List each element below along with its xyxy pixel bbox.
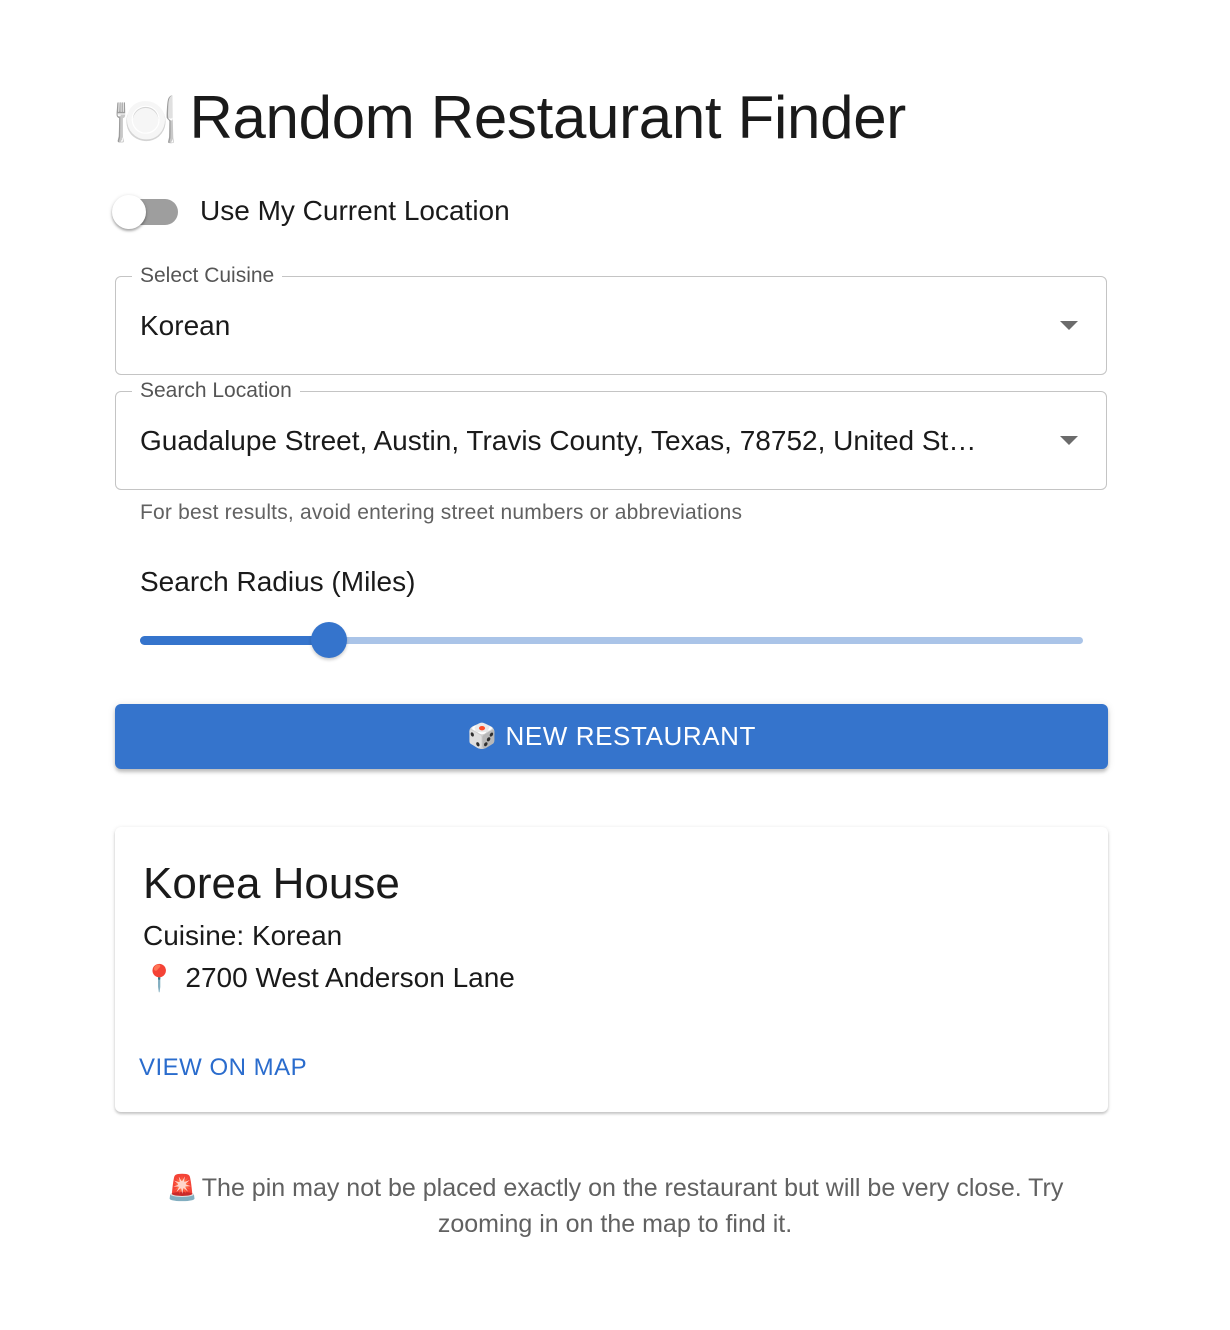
new-restaurant-button[interactable]: 🎲 NEW RESTAURANT <box>115 704 1108 769</box>
cuisine-select-value: Korean <box>140 310 231 341</box>
restaurant-address-text: 2700 West Anderson Lane <box>185 962 515 993</box>
dice-icon: 🎲 <box>466 723 498 750</box>
view-on-map-link[interactable]: VIEW ON MAP <box>139 1053 307 1083</box>
location-helper-text: For best results, avoid entering street … <box>140 501 743 524</box>
page-title-text: Random Restaurant Finder <box>189 84 906 151</box>
restaurant-name: Korea House <box>143 859 400 908</box>
new-restaurant-label: NEW RESTAURANT <box>505 721 757 751</box>
current-location-switch[interactable] <box>112 193 180 231</box>
pin-accuracy-note: 🚨 The pin may not be placed exactly on th… <box>140 1170 1090 1242</box>
slider-track-fill <box>140 636 329 645</box>
restaurant-cuisine: Cuisine: Korean <box>143 920 343 951</box>
location-select-label: Search Location <box>132 379 300 403</box>
current-location-label[interactable]: Use My Current Location <box>200 194 510 228</box>
slider-thumb[interactable] <box>311 622 347 658</box>
cuisine-select-label: Select Cuisine <box>132 264 283 288</box>
dropdown-arrow-icon[interactable] <box>1060 321 1078 330</box>
pin-accuracy-text: The pin may not be placed exactly on the… <box>201 1174 1064 1238</box>
switch-thumb <box>112 195 146 229</box>
location-select[interactable]: Search Location Guadalupe Street, Austin… <box>115 379 1107 490</box>
location-select-value: Guadalupe Street, Austin, Travis County,… <box>140 425 986 456</box>
plate-cutlery-icon: 🍽️ <box>113 92 178 150</box>
cuisine-select[interactable]: Select Cuisine Korean <box>115 264 1107 375</box>
restaurant-address: 📍 2700 West Anderson Lane <box>143 961 515 995</box>
pin-icon: 📍 <box>143 963 176 993</box>
dropdown-arrow-icon[interactable] <box>1060 436 1078 445</box>
page-title: 🍽️ Random Restaurant Finder <box>113 78 906 161</box>
siren-icon: 🚨 <box>166 1174 198 1202</box>
radius-label: Search Radius (Miles) <box>140 566 416 597</box>
restaurant-card: Korea House Cuisine: Korean 📍 2700 West … <box>115 827 1108 1112</box>
radius-slider[interactable] <box>140 620 1083 660</box>
